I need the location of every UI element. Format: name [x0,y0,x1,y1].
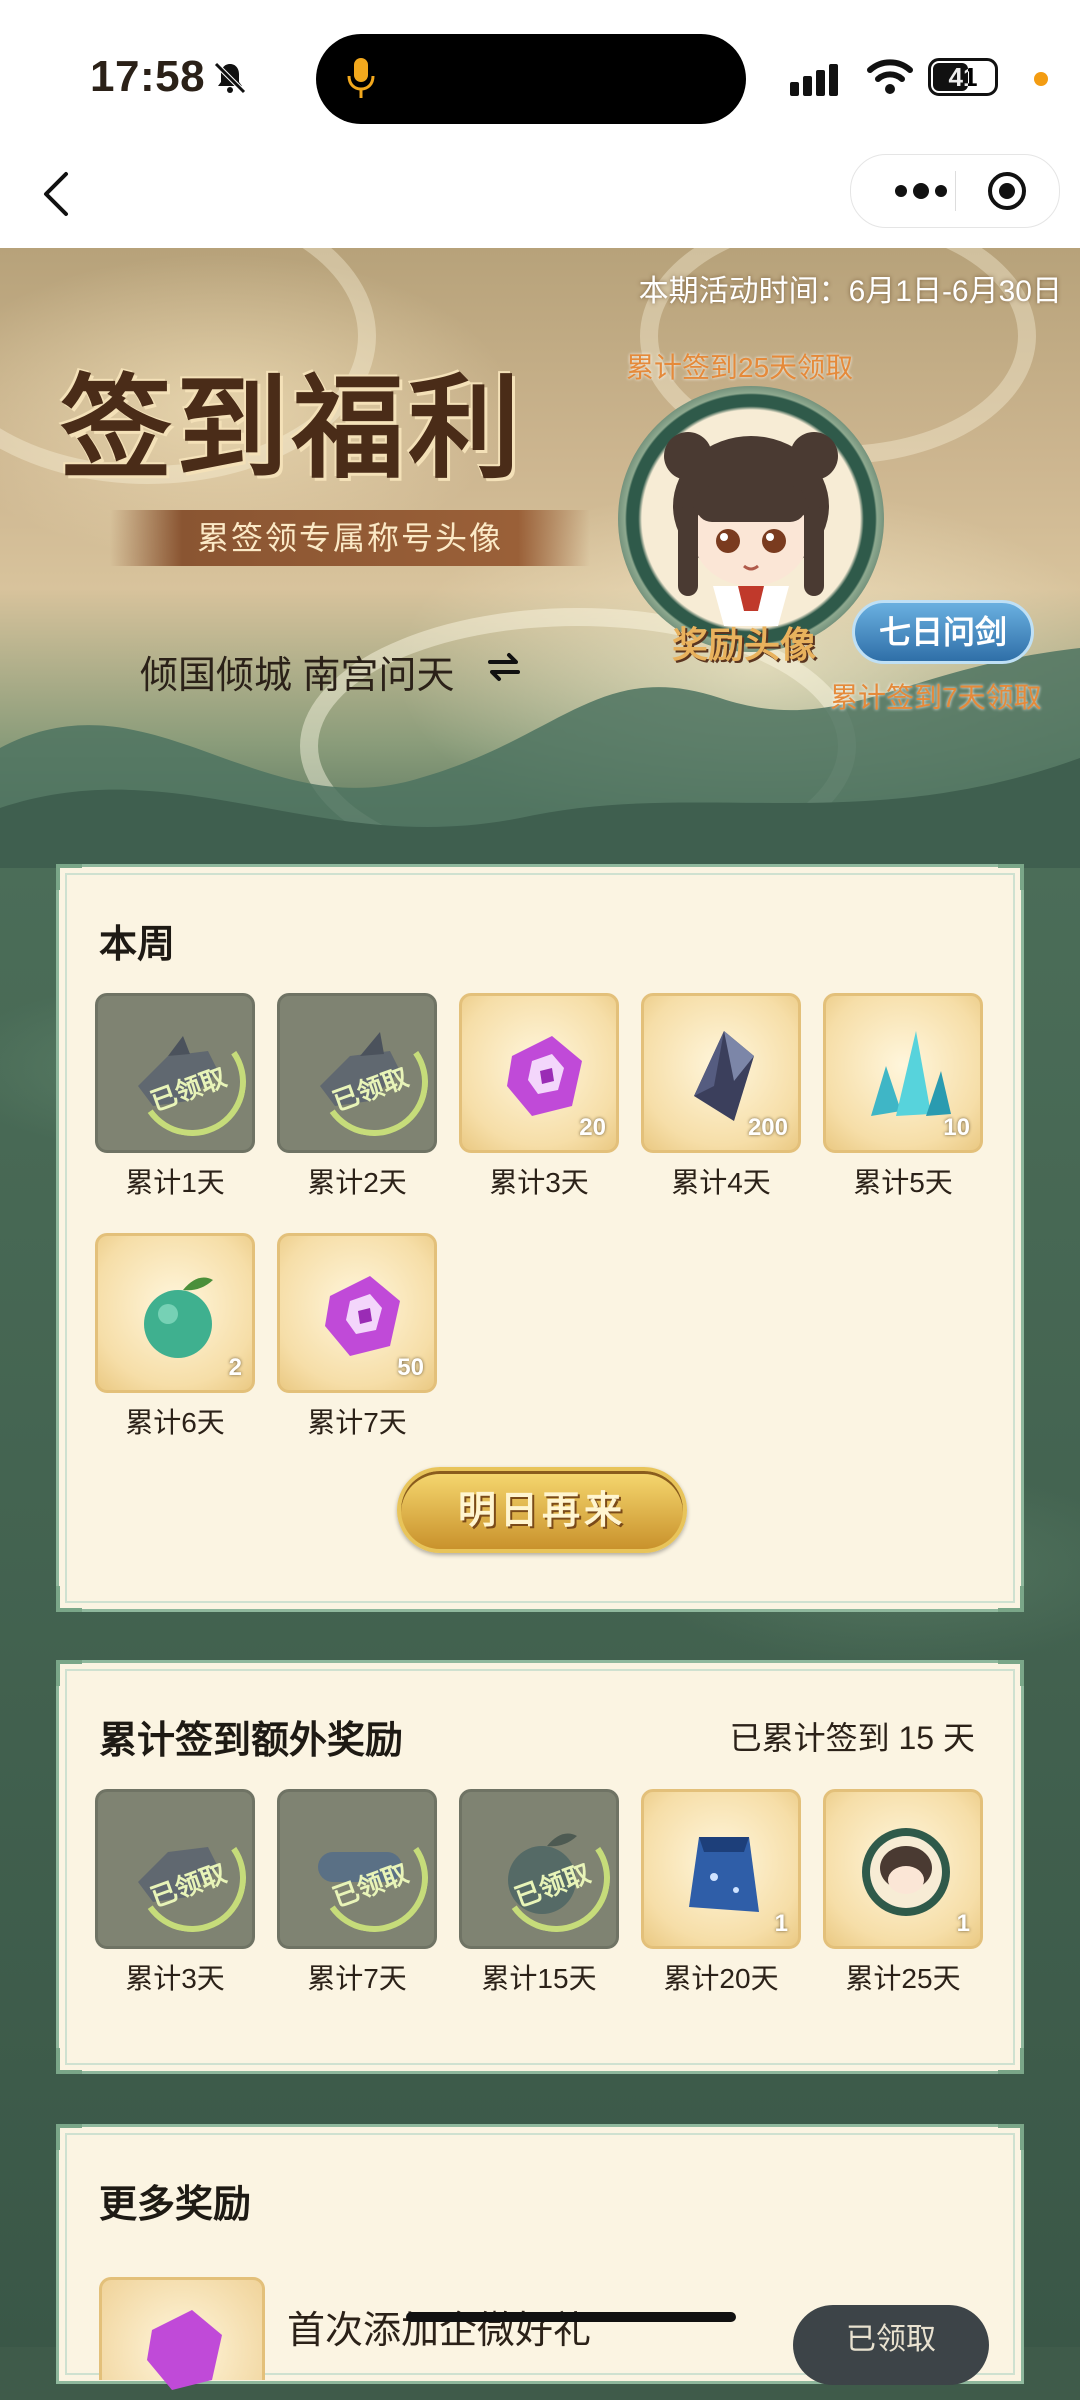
reward-count: 2 [228,1354,242,1381]
day-label: 累计5天 [853,1167,953,1198]
reward-count: 50 [397,1354,424,1381]
day-label: 累计25天 [845,1963,961,1994]
silent-bell-icon [214,62,246,94]
reward-tile[interactable]: 50 [277,1233,437,1393]
cumulative-item-20[interactable]: 1 累计20天 [641,1789,801,1997]
reward-tile[interactable]: 1 [641,1789,801,1949]
battery-level: 41 [948,62,978,92]
cumulative-progress: 已累计签到 15 天 [729,1720,975,1756]
reward-tile[interactable]: 200 [641,993,801,1153]
reward-tile[interactable]: 已领取 [277,993,437,1153]
green-fruit-icon [144,1277,213,1358]
blue-crystal-icon [871,1031,951,1116]
day-label: 累计4天 [671,1167,771,1198]
week-day-1[interactable]: 已领取 累计1天 [95,993,255,1201]
chibi-girl-avatar-icon [664,432,838,626]
more-rewards-card: 更多奖励 首次添加企微好礼 已领取 [56,2124,1024,2390]
swap-arrows-icon[interactable] [486,652,522,682]
blue-cape-icon [689,1837,759,1912]
reward-count: 1 [956,1910,970,1937]
reward-tile[interactable]: 已领取 [459,1789,619,1949]
day-label: 累计20天 [663,1963,779,1994]
reward-tile[interactable]: 已领取 [95,993,255,1153]
week-day-7[interactable]: 50 累计7天 [277,1233,437,1441]
day-label: 累计6天 [125,1407,225,1438]
this-week-card: 本周 已领取 累计1天 已领取 累计2天 20 累计3天 200 累计4天 10… [56,864,1024,1612]
dynamic-island [316,34,746,124]
day-label: 累计3天 [489,1167,589,1198]
reward-tile[interactable]: 已领取 [95,1789,255,1949]
battery-indicator: 41 [928,58,998,96]
more-rewards-title: 更多奖励 [99,2184,252,2226]
current-title-name[interactable]: 倾国倾城 南宫问天 [140,644,455,699]
week-day-2[interactable]: 已领取 累计2天 [277,993,437,1201]
come-back-tomorrow-label: 明日再来 [457,1487,626,1532]
week-day-4[interactable]: 200 累计4天 [641,993,801,1201]
reward-tile[interactable]: 2 [95,1233,255,1393]
day-label: 累计7天 [307,1407,407,1438]
day-label: 累计3天 [125,1963,225,1994]
avatar-frame-icon [862,1828,950,1916]
dark-crystal-icon [694,1031,754,1121]
privacy-dot [1034,72,1048,86]
banner-subtitle: 累签领专属称号头像 [196,520,503,556]
week-day-5[interactable]: 10 累计5天 [823,993,983,1201]
capsule-divider [955,171,956,211]
cumulative-item-25[interactable]: 1 累计25天 [823,1789,983,1997]
close-miniprogram-icon[interactable] [985,169,1029,213]
cumulative-item-15[interactable]: 已领取 累计15天 [459,1789,619,1997]
seven-day-badge-label: 七日问剑 [878,614,1007,650]
reward-count: 20 [579,1114,606,1141]
reward-avatar-label: 奖励头像 [672,624,817,666]
wecom-gift-thumbnail [99,2277,265,2390]
clock: 17:58 [90,52,206,101]
back-arrow-icon[interactable] [30,164,90,224]
cumulative-item-3[interactable]: 已领取 累计3天 [95,1789,255,1997]
nav-bar [0,140,1080,248]
reward-count: 200 [747,1114,788,1141]
wifi-icon [867,59,913,94]
claimed-button-label: 已领取 [846,2323,936,2356]
purple-rune-icon [507,1036,582,1116]
reward-count: 10 [943,1114,970,1141]
cumulative-item-7[interactable]: 已领取 累计7天 [277,1789,437,1997]
reward-tile[interactable]: 已领取 [277,1789,437,1949]
day-label: 累计2天 [307,1167,407,1198]
cumulative-title: 累计签到额外奖励 [99,1720,404,1762]
week-day-3[interactable]: 20 累计3天 [459,993,619,1201]
home-indicator[interactable] [406,2312,736,2322]
reward-tile[interactable]: 20 [459,993,619,1153]
claimed-button[interactable]: 已领取 [793,2305,989,2385]
seven-day-title-badge[interactable]: 七日问剑 [852,600,1034,664]
come-back-tomorrow-button[interactable]: 明日再来 [397,1467,687,1553]
wecom-gift-name: 首次添加企微好礼 [287,2310,592,2352]
this-week-title: 本周 [99,924,176,966]
reward-tile[interactable]: 10 [823,993,983,1153]
purple-rune-icon [325,1276,400,1356]
cumulative-7-note: 累计签到7天领取 [830,682,1042,713]
banner-title: 签到福利 [60,363,524,494]
day-label: 累计15天 [481,1963,597,1994]
microphone-icon [347,58,375,98]
mini-program-capsule [850,154,1060,228]
cumulative-reward-card: 累计签到额外奖励 已累计签到 15 天 已领取 累计3天 已领取 累计7天 已领… [56,1660,1024,2074]
day-label: 累计7天 [307,1963,407,1994]
reward-count: 1 [774,1910,788,1937]
cumulative-25-note: 累计签到25天领取 [626,352,854,383]
status-bar: 17:58 41 [0,0,1080,140]
day-label: 累计1天 [125,1167,225,1198]
more-options-icon[interactable] [891,179,951,203]
signin-banner: 本期活动时间：6月1日-6月30日 签到福利 累签领专属称号头像 倾国倾城 南宫… [0,248,1080,868]
activity-period: 本期活动时间：6月1日-6月30日 [638,275,1062,308]
reward-avatar-frame[interactable] [618,386,884,652]
purple-rune-icon [147,2310,222,2390]
reward-tile[interactable]: 1 [823,1789,983,1949]
banner-subtitle-ribbon: 累签领专属称号头像 [110,510,590,566]
week-day-6[interactable]: 2 累计6天 [95,1233,255,1441]
